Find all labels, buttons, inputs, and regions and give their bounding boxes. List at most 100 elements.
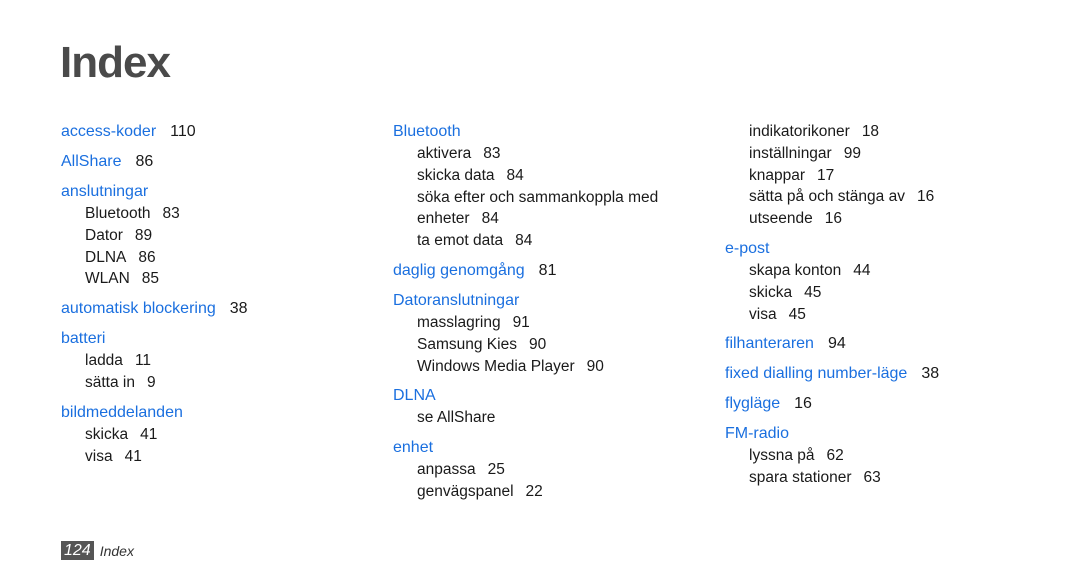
page-footer: 124 Index (61, 541, 134, 560)
index-subentry: masslagring 91 (393, 312, 713, 334)
index-entry: flygläge 16 (725, 393, 1025, 415)
index-term: automatisk blockering 38 (61, 298, 361, 320)
index-term: DLNA (393, 385, 713, 407)
index-subentry: lyssna på 62 (725, 445, 1025, 467)
index-term-link[interactable]: FM-radio (725, 425, 789, 442)
page-reference: 11 (134, 352, 152, 370)
index-subentry: skicka 45 (725, 282, 1025, 304)
index-entry: daglig genomgång 81 (393, 260, 713, 282)
index-subentry: inställningar 99 (725, 143, 1025, 165)
index-term-link[interactable]: filhanteraren (725, 335, 814, 352)
index-subentry: ta emot data 84 (393, 230, 713, 252)
index-term: bildmeddelanden (61, 402, 361, 424)
subentry-term: lyssna på (749, 447, 815, 465)
index-term-link[interactable]: Datoranslutningar (393, 292, 519, 309)
page-reference: 86 (138, 248, 156, 266)
index-subentry: knappar 17 (725, 165, 1025, 187)
index-subentry: Bluetooth 83 (61, 203, 361, 225)
index-term-link[interactable]: enhet (393, 439, 433, 456)
index-term-link[interactable]: daglig genomgång (393, 262, 525, 279)
page-reference: 90 (528, 335, 547, 353)
page-reference: 89 (134, 226, 153, 244)
subentry-term: genvägspanel (417, 482, 514, 500)
page-reference: 91 (512, 313, 530, 331)
subentry-term: knappar (749, 166, 806, 184)
index-subentry: skicka data 84 (393, 165, 713, 187)
index-subentry: se AllShare (393, 407, 713, 429)
index-entry: FM-radio lyssna på 62 spara stationer 63 (725, 423, 1025, 489)
index-term-link[interactable]: Bluetooth (393, 123, 461, 140)
index-subentry: visa 41 (61, 446, 361, 468)
index-entry: bildmeddelanden skicka 41 visa 41 (61, 402, 361, 468)
page-reference: 45 (788, 305, 806, 323)
page-reference: 110 (170, 123, 196, 140)
index-subentry: sätta in 9 (61, 372, 361, 394)
page-reference: 16 (824, 210, 843, 228)
page-reference: 99 (843, 144, 861, 162)
index-term-link[interactable]: flygläge (725, 395, 780, 412)
subentry-term: utseende (749, 210, 813, 228)
index-subentry: anpassa 25 (393, 459, 713, 481)
subentry-term: skicka data (417, 166, 495, 184)
index-subentry: söka efter och sammankoppla med (393, 187, 713, 209)
index-term: anslutningar (61, 181, 361, 203)
subentry-term: DLNA (85, 248, 127, 266)
index-term: FM-radio (725, 423, 1025, 445)
subentry-term: ladda (85, 352, 123, 370)
subentry-term: visa (749, 305, 777, 323)
subentry-term: aktivera (417, 145, 472, 162)
index-subentry: sätta på och stänga av 16 (725, 186, 1025, 208)
index-column-2: Bluetooth aktivera 83 skicka data 84 söka eft… (393, 121, 713, 503)
index-term-link[interactable]: e-post (725, 240, 769, 257)
subentry-term: Windows Media Player (417, 357, 575, 375)
index-term-link[interactable]: AllShare (61, 153, 121, 170)
index-entry: filhanteraren 94 (725, 333, 1025, 355)
index-term-link[interactable]: access-koder (61, 123, 156, 140)
index-subentry: Windows Media Player 90 (393, 356, 713, 378)
index-term: Bluetooth (393, 121, 713, 143)
subentry-term: anpassa (417, 461, 476, 479)
index-term: daglig genomgång 81 (393, 260, 713, 282)
index-subentry: spara stationer 63 (725, 467, 1025, 489)
subentry-term: skicka (85, 425, 129, 443)
index-entry: Bluetooth aktivera 83 skicka data 84 söka eft… (393, 121, 713, 252)
index-entry: anslutningar Bluetooth 83 Dator 89 DLNA 86 WLAN… (61, 181, 361, 290)
index-entry: indikatorikoner 18 inställningar 99 knappar 1… (725, 121, 1025, 230)
index-subentry: ladda 11 (61, 350, 361, 372)
index-entry: access-koder 110 (61, 121, 361, 143)
index-subentry: visa 45 (725, 304, 1025, 326)
subentry-term: se AllShare (417, 409, 496, 427)
page-title: Index (60, 38, 171, 87)
page-reference: 45 (804, 283, 822, 301)
index-term-link[interactable]: DLNA (393, 387, 436, 404)
subentry-term: inställningar (749, 144, 832, 162)
index-term-link[interactable]: bildmeddelanden (61, 404, 183, 421)
page-reference: 84 (481, 210, 499, 228)
index-term: Datoranslutningar (393, 290, 713, 312)
page-reference: 38 (921, 365, 940, 383)
page-reference: 62 (826, 447, 844, 465)
index-term-link[interactable]: batteri (61, 330, 105, 347)
page-reference: 16 (916, 188, 935, 206)
index-subentry: Dator 89 (61, 225, 361, 247)
page-reference: 41 (124, 447, 142, 465)
page-reference: 84 (515, 232, 533, 250)
subentry-term: skicka (749, 283, 793, 301)
subentry-term: enheter (417, 210, 470, 228)
index-term-link[interactable]: automatisk blockering (61, 300, 216, 317)
index-entry: e-post skapa konton 44 skicka 45 visa 45 (725, 238, 1025, 325)
index-term: flygläge 16 (725, 393, 1025, 415)
page-reference: 17 (817, 166, 835, 184)
index-term-link[interactable]: anslutningar (61, 183, 148, 200)
page-reference: 41 (140, 425, 158, 443)
page-reference: 16 (794, 395, 812, 413)
index-subentry: enheter 84 (393, 208, 713, 230)
index-entry: fixed dialling number-läge 38 (725, 363, 1025, 385)
index-subentry: aktivera 83 (393, 143, 713, 165)
index-term-link[interactable]: fixed dialling number-läge (725, 365, 907, 382)
page-reference: 90 (586, 357, 604, 375)
index-term: fixed dialling number-läge 38 (725, 363, 1025, 385)
index-subentry: skicka 41 (61, 424, 361, 446)
subentry-term: Bluetooth (85, 205, 151, 222)
subentry-term: WLAN (85, 270, 130, 288)
